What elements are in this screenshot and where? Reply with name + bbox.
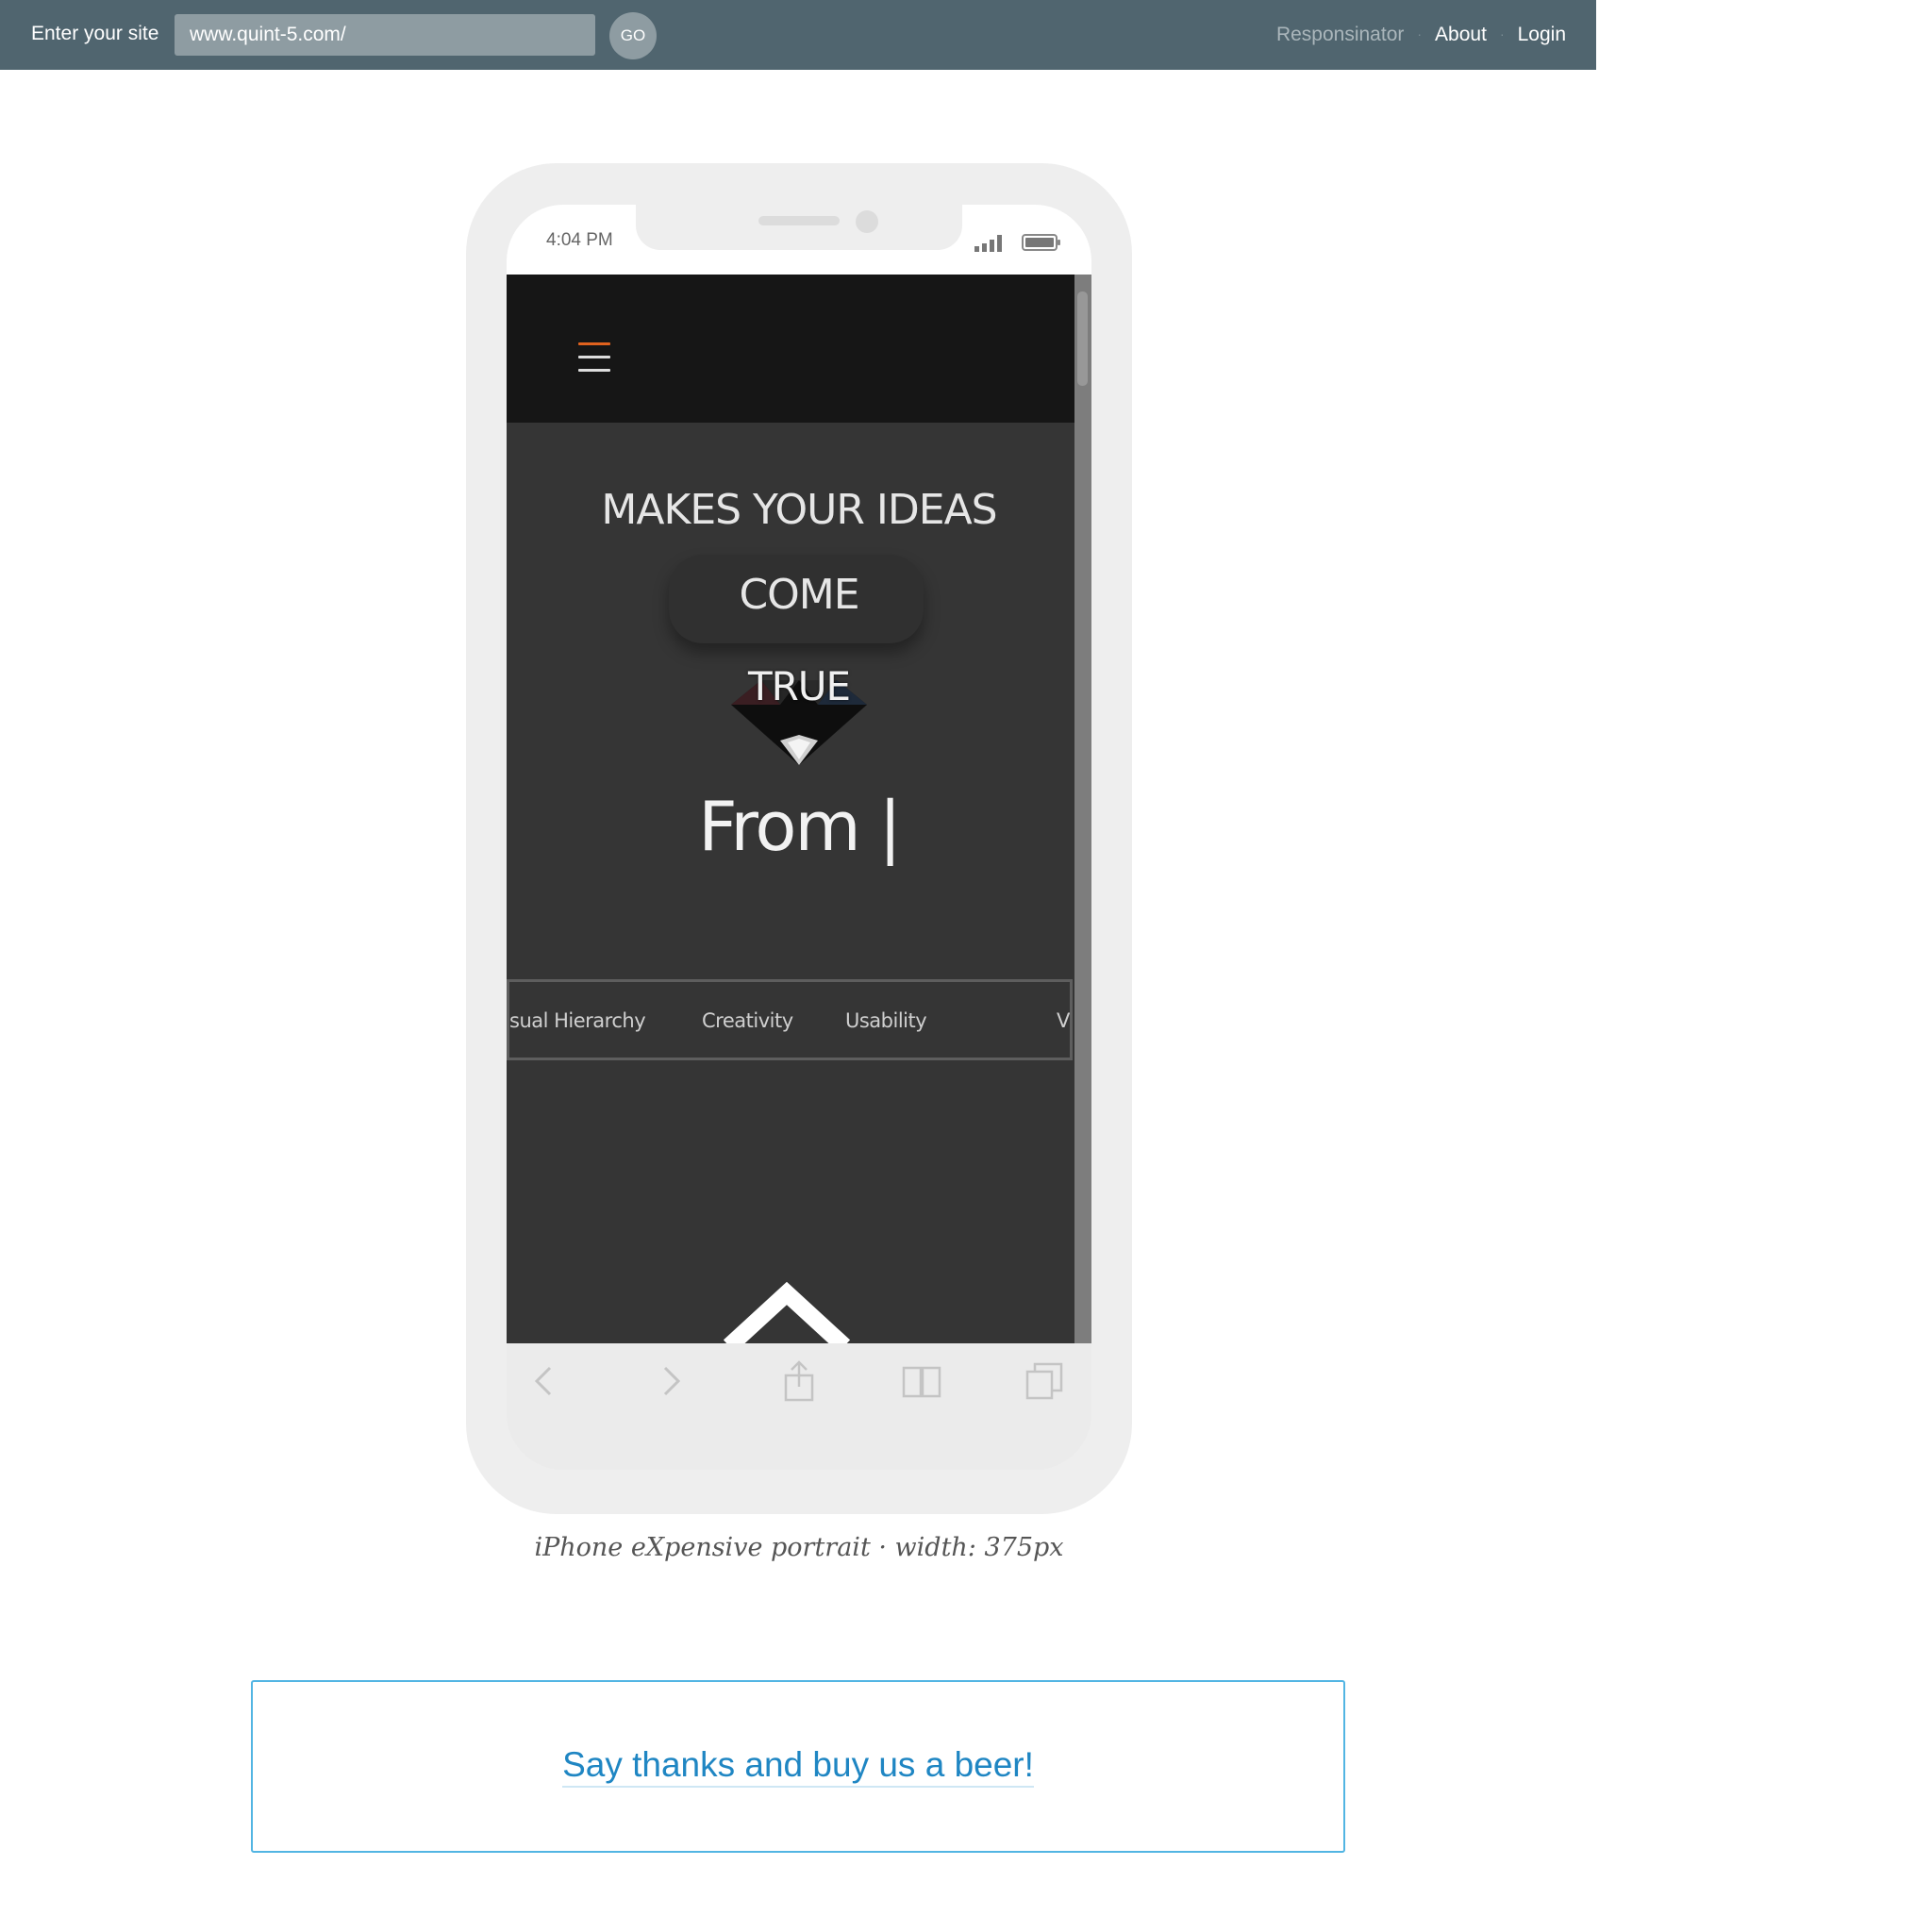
battery-icon: [1022, 234, 1060, 251]
scrollbar-track[interactable]: [1074, 275, 1091, 1343]
iphone-display: 4:04 PM MAKES YOUR IDEAS COME TRUE From …: [507, 205, 1091, 1470]
ticker-item: sual Hierarchy: [509, 1009, 646, 1032]
nav-about-link[interactable]: About: [1435, 24, 1487, 45]
tabs-icon[interactable]: [1024, 1360, 1065, 1402]
browser-toolbar: [507, 1343, 1091, 1470]
device-caption: iPhone eXpensive portrait · width: 375px: [534, 1533, 1064, 1562]
notch: [636, 205, 962, 250]
site-header: [507, 275, 1074, 423]
hamburger-icon[interactable]: [578, 342, 610, 376]
top-nav: Responsinator · About · Login: [1276, 23, 1566, 46]
chevron-left-icon[interactable]: [524, 1360, 565, 1402]
go-button[interactable]: GO: [609, 12, 657, 59]
nav-responsinator-link[interactable]: Responsinator: [1276, 24, 1404, 45]
status-time: 4:04 PM: [546, 230, 613, 250]
skills-ticker: sual Hierarchy Creativity Usability Vi: [507, 979, 1073, 1060]
nav-separator: ·: [1417, 26, 1423, 42]
top-bar: Enter your site GO Responsinator · About · L…: [0, 0, 1596, 70]
donate-link-wrapper: Say thanks and buy us a beer!: [253, 1744, 1343, 1788]
hero-line-1: MAKES YOUR IDEAS: [601, 486, 997, 534]
nav-separator: ·: [1499, 26, 1505, 42]
ticker-item: Vi: [1057, 1009, 1073, 1032]
share-icon[interactable]: [778, 1360, 820, 1402]
status-bar: 4:04 PM: [507, 205, 1091, 275]
donate-box: Say thanks and buy us a beer!: [251, 1680, 1345, 1853]
scrollbar-thumb[interactable]: [1077, 291, 1088, 386]
speaker-grille: [758, 216, 840, 225]
site-url-input[interactable]: [175, 14, 595, 56]
ticker-item: Usability: [845, 1009, 927, 1032]
donate-link[interactable]: Say thanks and buy us a beer!: [562, 1745, 1034, 1788]
ticker-item: Creativity: [702, 1009, 793, 1032]
nav-login-link[interactable]: Login: [1518, 24, 1566, 45]
up-chevron-icon[interactable]: [718, 1282, 856, 1343]
iphone-frame: 4:04 PM MAKES YOUR IDEAS COME TRUE From …: [466, 163, 1132, 1514]
bookmarks-icon[interactable]: [901, 1360, 942, 1402]
hero-line-3: TRUE: [747, 663, 851, 709]
device-screen: MAKES YOUR IDEAS COME TRUE From | sual H…: [507, 275, 1091, 1343]
camera-icon: [856, 210, 878, 233]
hero-typing-line: From |: [698, 787, 902, 866]
signal-icon: [974, 235, 1002, 252]
chevron-right-icon[interactable]: [650, 1360, 691, 1402]
hero-line-2: COME: [739, 571, 859, 619]
enter-site-label: Enter your site: [31, 23, 159, 44]
